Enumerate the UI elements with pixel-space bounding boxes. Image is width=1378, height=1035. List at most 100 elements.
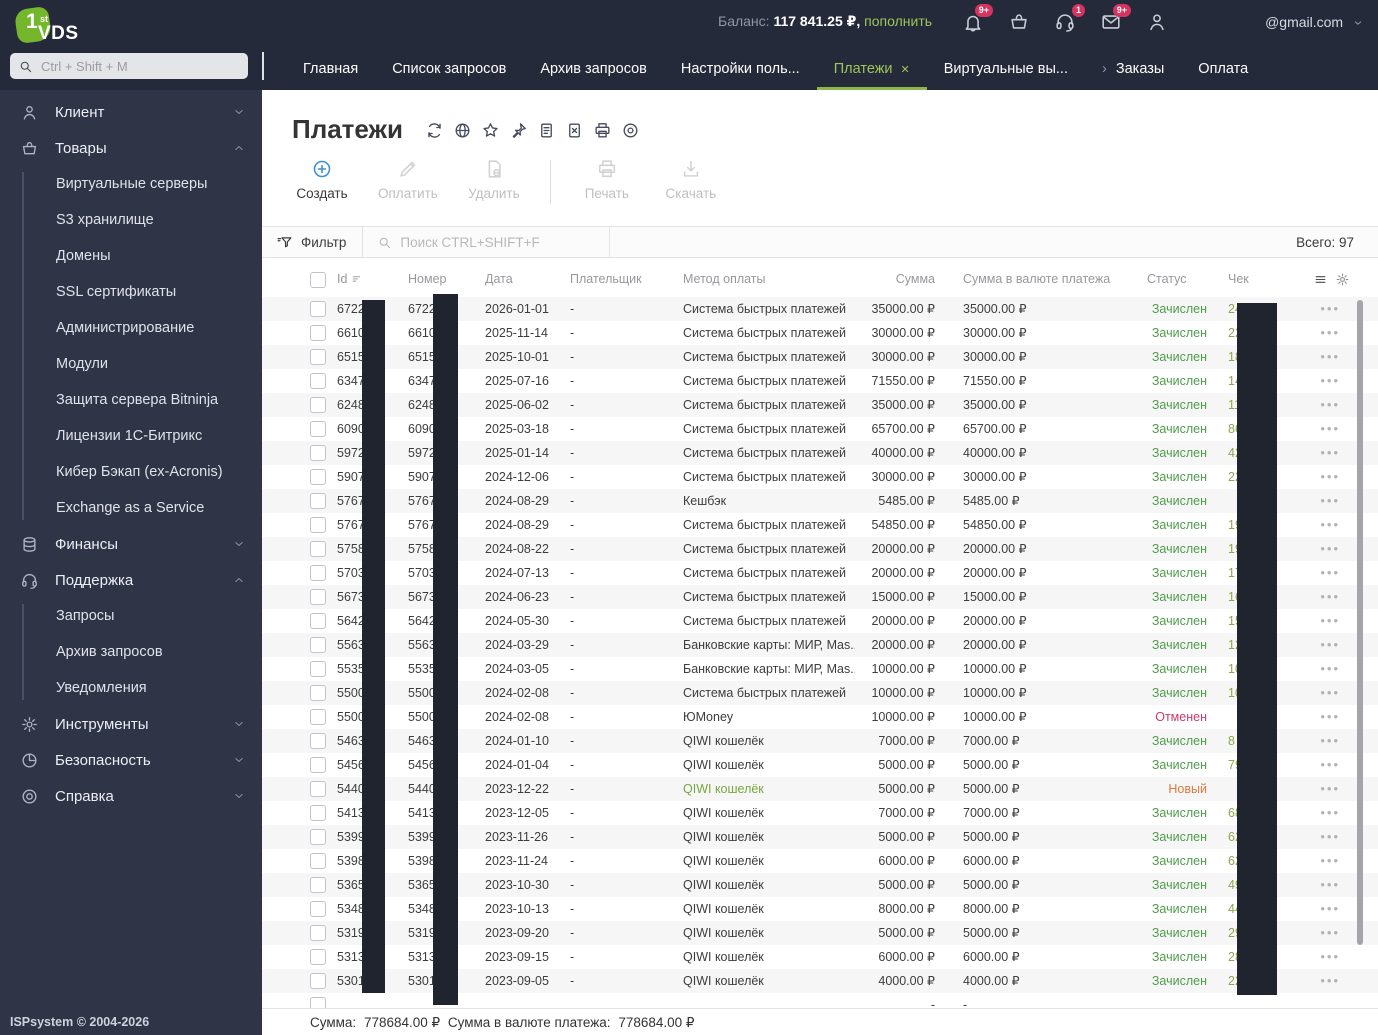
table-search-input[interactable]: Поиск CTRL+SHIFT+F xyxy=(363,227,609,257)
row-checkbox[interactable] xyxy=(310,757,326,773)
sidebar-item-поддержка[interactable]: Поддержка xyxy=(0,562,262,598)
row-actions-button[interactable]: ••• xyxy=(1320,873,1340,897)
row-actions-button[interactable]: ••• xyxy=(1320,777,1340,801)
firstvds-logo[interactable]: 1 st VDS xyxy=(16,6,106,46)
scroll-export-icon[interactable] xyxy=(565,121,584,140)
bell-icon[interactable]: 9+ xyxy=(960,9,986,35)
sidebar-subitem-s3-хранилище[interactable]: S3 хранилище xyxy=(0,202,262,238)
row-checkbox[interactable] xyxy=(310,493,326,509)
table-row[interactable]: 567356732024-06-23-Система быстрых плате… xyxy=(262,585,1378,609)
sidebar-item-безопасность[interactable]: Безопасность xyxy=(0,742,262,778)
table-row[interactable]: 556355632024-03-29-Банковские карты: МИР… xyxy=(262,633,1378,657)
row-actions-button[interactable]: ••• xyxy=(1320,945,1340,969)
sidebar-item-клиент[interactable]: Клиент xyxy=(0,94,262,130)
row-checkbox[interactable] xyxy=(310,829,326,845)
table-row[interactable]: 576757672024-08-29-Система быстрых плате… xyxy=(262,513,1378,537)
tab-оплата[interactable]: Оплата xyxy=(1181,50,1265,90)
row-actions-button[interactable]: ••• xyxy=(1320,609,1340,633)
topup-link[interactable]: пополнить xyxy=(864,13,932,29)
row-actions-button[interactable]: ••• xyxy=(1320,441,1340,465)
tab-настройки-поль-[interactable]: Настройки поль... xyxy=(664,50,817,90)
sidebar-item-инструменты[interactable]: Инструменты xyxy=(0,706,262,742)
row-checkbox[interactable] xyxy=(310,997,326,1008)
column-header-id[interactable]: Id xyxy=(337,262,364,297)
close-tab-icon[interactable]: ✕ xyxy=(901,64,910,76)
table-row[interactable]: 550055002024-02-08-ЮMoney10000.00 ₽10000… xyxy=(262,705,1378,729)
row-checkbox[interactable] xyxy=(310,373,326,389)
column-header-receipt[interactable]: Чек xyxy=(1228,262,1249,297)
row-actions-button[interactable]: ••• xyxy=(1320,849,1340,873)
row-actions-button[interactable]: ••• xyxy=(1320,585,1340,609)
table-row[interactable]: 564256422024-05-30-Система быстрых плате… xyxy=(262,609,1378,633)
sidebar-subitem-домены[interactable]: Домены xyxy=(0,238,262,274)
row-checkbox[interactable] xyxy=(310,949,326,965)
sidebar-subitem-exchange-as-a-service[interactable]: Exchange as a Service xyxy=(0,490,262,526)
row-checkbox[interactable] xyxy=(310,349,326,365)
table-row[interactable]: 609060902025-03-18-Система быстрых плате… xyxy=(262,417,1378,441)
row-checkbox[interactable] xyxy=(310,781,326,797)
column-header-amount[interactable]: Сумма xyxy=(802,262,935,297)
row-actions-button[interactable]: ••• xyxy=(1320,561,1340,585)
row-checkbox[interactable] xyxy=(310,805,326,821)
table-row[interactable]: 651565152025-10-01-Система быстрых плате… xyxy=(262,345,1378,369)
row-checkbox[interactable] xyxy=(310,685,326,701)
sidebar-subitem-кибер-бэкап-ex-acronis-[interactable]: Кибер Бэкап (ex-Acronis) xyxy=(0,454,262,490)
sidebar-subitem-архив-запросов[interactable]: Архив запросов xyxy=(0,634,262,670)
table-row[interactable]: 534853482023-10-13-QIWI кошелёк8000.00 ₽… xyxy=(262,897,1378,921)
row-actions-button[interactable]: ••• xyxy=(1320,657,1340,681)
row-actions-button[interactable]: ••• xyxy=(1320,417,1340,441)
tab-главная[interactable]: Главная xyxy=(286,50,375,90)
row-actions-button[interactable]: ••• xyxy=(1320,633,1340,657)
table-row[interactable]: 546354632024-01-10-QIWI кошелёк7000.00 ₽… xyxy=(262,729,1378,753)
sidebar-item-товары[interactable]: Товары xyxy=(0,130,262,166)
row-actions-button[interactable]: ••• xyxy=(1320,753,1340,777)
global-search-input[interactable]: Ctrl + Shift + M xyxy=(10,53,248,79)
row-actions-button[interactable]: ••• xyxy=(1320,825,1340,849)
row-checkbox[interactable] xyxy=(310,877,326,893)
row-actions-button[interactable]: ••• xyxy=(1320,729,1340,753)
row-checkbox[interactable] xyxy=(310,853,326,869)
table-row[interactable]: 544054402023-12-22-QIWI кошелёк5000.00 ₽… xyxy=(262,777,1378,801)
table-row[interactable]: 624862482025-06-02-Система быстрых плате… xyxy=(262,393,1378,417)
person-icon[interactable] xyxy=(1144,9,1170,35)
table-row[interactable]: 672267222026-01-01-Система быстрых плате… xyxy=(262,297,1378,321)
row-checkbox[interactable] xyxy=(310,445,326,461)
sidebar-subitem-ssl-сертификаты[interactable]: SSL сертификаты xyxy=(0,274,262,310)
создать-button[interactable]: Создать xyxy=(294,158,350,201)
row-density-icon[interactable] xyxy=(1313,272,1328,287)
select-all-checkbox[interactable] xyxy=(310,272,326,288)
account-menu[interactable]: @gmail.com xyxy=(1265,14,1364,30)
table-settings-gear-icon[interactable] xyxy=(1335,272,1350,287)
row-checkbox[interactable] xyxy=(310,925,326,941)
table-row[interactable]: 661066102025-11-14-Система быстрых плате… xyxy=(262,321,1378,345)
table-row[interactable]: 539953992023-11-26-QIWI кошелёк5000.00 ₽… xyxy=(262,825,1378,849)
basket-icon[interactable] xyxy=(1006,9,1032,35)
table-row[interactable]: 539853982023-11-24-QIWI кошелёк6000.00 ₽… xyxy=(262,849,1378,873)
printer-icon[interactable] xyxy=(593,121,612,140)
row-actions-button[interactable]: ••• xyxy=(1320,681,1340,705)
row-actions-button[interactable]: ••• xyxy=(1320,705,1340,729)
table-row[interactable]: 545654562024-01-04-QIWI кошелёк5000.00 ₽… xyxy=(262,753,1378,777)
row-actions-button[interactable]: ••• xyxy=(1320,921,1340,945)
tab-платежи[interactable]: Платежи✕ xyxy=(817,50,927,90)
row-actions-button[interactable]: ••• xyxy=(1320,489,1340,513)
tab-виртуальные-вы-[interactable]: Виртуальные вы... xyxy=(927,50,1085,90)
tab-архив-запросов[interactable]: Архив запросов xyxy=(523,50,664,90)
scroll-list-icon[interactable] xyxy=(537,121,556,140)
row-checkbox[interactable] xyxy=(310,589,326,605)
column-header-method[interactable]: Метод оплаты xyxy=(683,262,766,297)
sidebar-subitem-запросы[interactable]: Запросы xyxy=(0,598,262,634)
row-actions-button[interactable]: ••• xyxy=(1320,369,1340,393)
tab-заказы[interactable]: ›Заказы xyxy=(1085,50,1181,90)
row-actions-button[interactable]: ••• xyxy=(1320,321,1340,345)
column-header-amount-currency[interactable]: Сумма в валюте платежа xyxy=(963,262,1110,297)
table-row[interactable]: 575857582024-08-22-Система быстрых плате… xyxy=(262,537,1378,561)
table-row[interactable]: 536553652023-10-30-QIWI кошелёк5000.00 ₽… xyxy=(262,873,1378,897)
sidebar-subitem-виртуальные-серверы[interactable]: Виртуальные серверы xyxy=(0,166,262,202)
table-row[interactable]: 597259722025-01-14-Система быстрых плате… xyxy=(262,441,1378,465)
row-checkbox[interactable] xyxy=(310,421,326,437)
sidebar-item-справка[interactable]: Справка xyxy=(0,778,262,814)
column-header-date[interactable]: Дата xyxy=(485,262,513,297)
column-header-status[interactable]: Статус xyxy=(1147,262,1187,297)
row-checkbox[interactable] xyxy=(310,565,326,581)
